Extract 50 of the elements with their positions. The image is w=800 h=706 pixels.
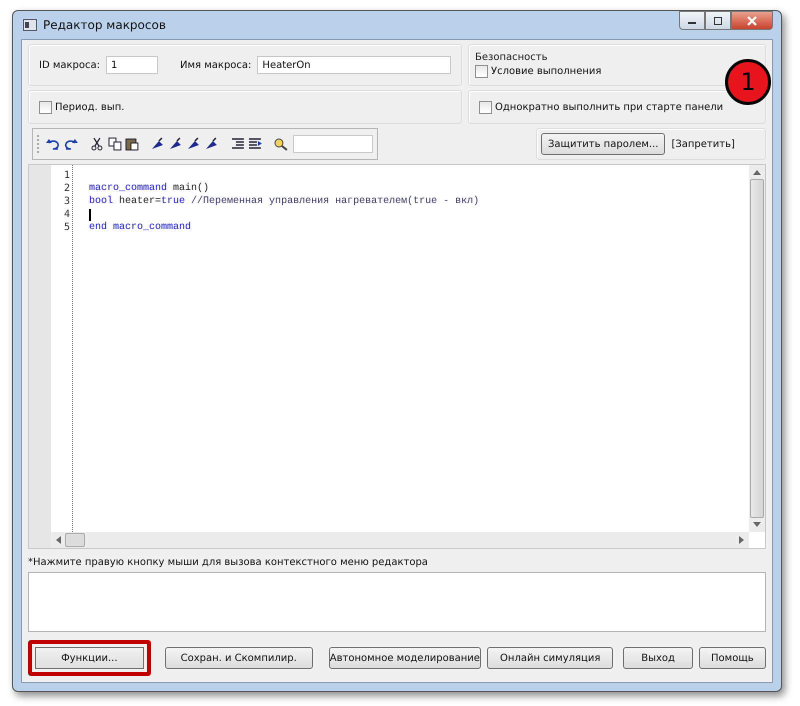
- action-button[interactable]: Выход: [623, 647, 693, 669]
- line-number: 2: [62, 182, 71, 195]
- window-title: Редактор макросов: [43, 18, 166, 32]
- minimize-button[interactable]: [679, 11, 705, 30]
- horizontal-scrollbar[interactable]: [51, 532, 749, 548]
- scroll-right-icon[interactable]: [739, 536, 745, 544]
- paste-icon[interactable]: [124, 137, 140, 151]
- redo-icon[interactable]: [62, 137, 79, 151]
- name-label: Имя макроса:: [180, 60, 252, 70]
- code-line: bool heater=true //Переменная управления нагревателем(true - вкл): [89, 195, 480, 208]
- action-button[interactable]: Автономное моделирование: [328, 647, 481, 669]
- scroll-down-icon[interactable]: [753, 522, 761, 528]
- window-icon: [23, 19, 37, 31]
- scroll-thumb[interactable]: [750, 179, 764, 518]
- code-editor[interactable]: 1 2 3 4 5 macro_command main() bool heater=true //Переменная управления нагревателем(true - вкл) end macro_command: [28, 164, 766, 549]
- copy-icon[interactable]: [106, 137, 122, 151]
- code-line: macro_command main(): [89, 182, 210, 195]
- line-number: 3: [62, 195, 71, 208]
- outdent-icon[interactable]: [247, 137, 264, 151]
- vertical-scrollbar[interactable]: [749, 165, 765, 532]
- action-button[interactable]: Помощь: [698, 647, 766, 669]
- close-button[interactable]: [731, 11, 773, 30]
- run-once-checkbox[interactable]: Однократно выполнить при старте панели: [479, 100, 724, 114]
- period-checkbox[interactable]: Период. вып.: [39, 100, 124, 114]
- line-number: 5: [62, 221, 71, 234]
- action-button[interactable]: Сохран. и Скомпилир.: [164, 647, 313, 669]
- cut-icon[interactable]: [88, 137, 104, 151]
- undo-icon[interactable]: [44, 137, 61, 151]
- line-number: 4: [62, 208, 71, 221]
- protect-status: [Запретить]: [671, 138, 735, 150]
- close-icon: [746, 16, 758, 26]
- scroll-thumb[interactable]: [65, 533, 85, 547]
- maximize-icon: [713, 16, 723, 24]
- scroll-up-icon[interactable]: [753, 169, 761, 175]
- condition-checkbox[interactable]: Условие выполнения: [475, 65, 602, 78]
- id-field[interactable]: 1: [106, 56, 158, 74]
- code-line: end macro_command: [89, 221, 192, 234]
- line-number: 1: [62, 169, 71, 182]
- name-field[interactable]: HeaterOn: [257, 56, 451, 74]
- find-icon[interactable]: [273, 137, 290, 151]
- hint-text: *Нажмите правую кнопку мыши для вызова контекстного меню редактора: [28, 556, 429, 568]
- scroll-left-icon[interactable]: [55, 536, 61, 544]
- search-field[interactable]: [293, 135, 374, 153]
- action-button[interactable]: Функции...: [28, 640, 151, 676]
- action-button[interactable]: Онлайн симуляция: [486, 647, 614, 669]
- maximize-button[interactable]: [705, 11, 731, 30]
- indent-icon[interactable]: [230, 137, 246, 151]
- protect-button[interactable]: Защитить паролем...: [541, 133, 666, 155]
- id-label: ID макроса:: [39, 60, 100, 70]
- security-title: Безопасность: [475, 52, 548, 63]
